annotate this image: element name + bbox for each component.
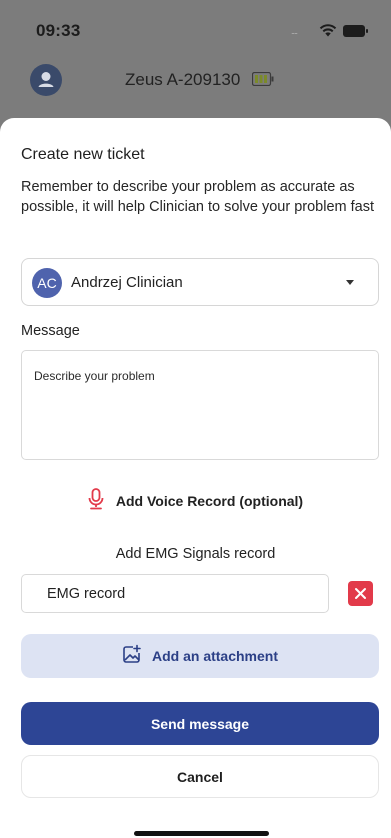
user-avatar-icon[interactable] <box>30 64 62 96</box>
add-image-icon <box>122 644 142 669</box>
status-icons: .... <box>291 24 369 37</box>
recipient-avatar: AC <box>32 268 62 298</box>
app-header: Zeus A-209130 <box>0 60 391 104</box>
close-icon <box>348 588 373 610</box>
wifi-icon <box>319 24 337 37</box>
device-title: Zeus A-209130 <box>125 70 241 89</box>
add-voice-record-label: Add Voice Record (optional) <box>115 493 304 509</box>
message-label: Message <box>21 323 80 339</box>
cancel-button[interactable]: Cancel <box>21 755 379 798</box>
add-voice-record-button[interactable]: Add Voice Record (optional) <box>0 487 391 515</box>
emg-record-value: EMG record <box>47 586 126 602</box>
create-ticket-sheet: Create new ticket Remember to describe y… <box>0 118 391 838</box>
device-battery-icon <box>251 71 274 91</box>
caret-down-icon <box>346 280 354 285</box>
home-indicator[interactable] <box>134 831 269 836</box>
message-input[interactable] <box>21 350 379 460</box>
add-attachment-button[interactable]: Add an attachment <box>21 634 379 678</box>
add-attachment-label: Add an attachment <box>151 648 278 664</box>
status-time: 09:33 <box>36 21 81 40</box>
cancel-label: Cancel <box>177 768 223 785</box>
sheet-title: Create new ticket <box>21 146 145 163</box>
send-message-button[interactable]: Send message <box>21 702 379 745</box>
recipient-name: Andrzej Clinician <box>71 274 183 291</box>
remove-emg-button[interactable] <box>348 581 373 606</box>
sheet-description: Remember to describe your problem as acc… <box>21 179 374 215</box>
emg-record-field[interactable]: EMG record <box>21 574 329 613</box>
recipient-select[interactable]: AC Andrzej Clinician <box>21 258 379 306</box>
status-bar: 09:33 .... <box>0 0 391 60</box>
send-message-label: Send message <box>150 715 250 732</box>
battery-icon <box>343 24 369 37</box>
emg-section-title: Add EMG Signals record <box>115 546 276 562</box>
microphone-icon <box>88 487 104 515</box>
signal-icon: .... <box>291 25 298 36</box>
